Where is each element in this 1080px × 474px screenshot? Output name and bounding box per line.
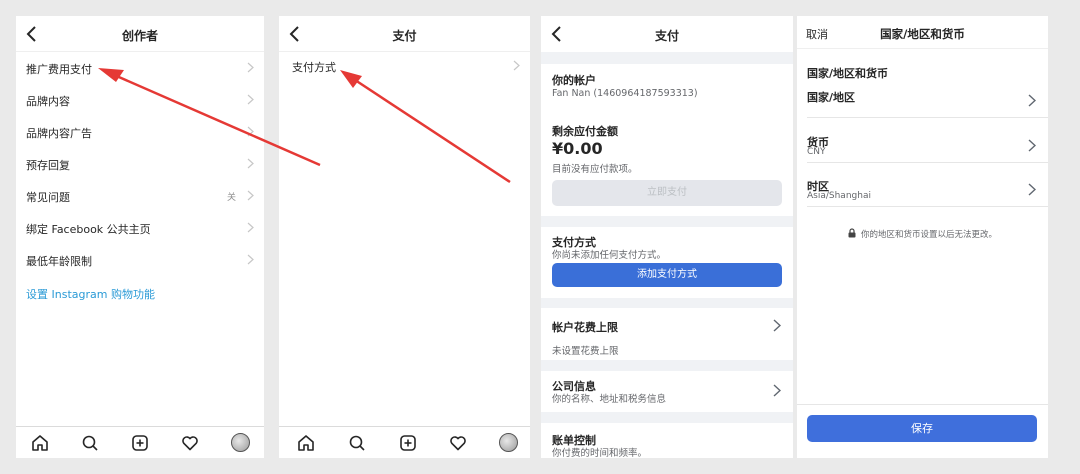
chevron-right-icon bbox=[513, 60, 520, 71]
lock-note-text: 你的地区和货币设置以后无法更改。 bbox=[860, 230, 997, 240]
country-region-row[interactable]: 国家/地区 bbox=[807, 84, 1048, 118]
list-item-branded-content-ads[interactable]: 品牌内容广告 bbox=[16, 116, 264, 148]
chevron-right-icon bbox=[1028, 94, 1036, 107]
header: 支付 bbox=[541, 16, 793, 52]
header: 创作者 bbox=[16, 16, 264, 52]
list-item-label: 品牌内容 bbox=[26, 95, 70, 108]
page-title: 创作者 bbox=[121, 29, 158, 43]
balance-amount: ¥0.00 bbox=[552, 139, 603, 158]
list-item-label: 品牌内容广告 bbox=[26, 127, 92, 140]
home-icon[interactable] bbox=[297, 434, 315, 452]
header: 支付 bbox=[279, 16, 530, 52]
chevron-right-icon bbox=[247, 94, 254, 105]
currency-value: CNY bbox=[807, 147, 826, 157]
lock-icon bbox=[848, 228, 856, 238]
company-info-note: 你的名称、地址和税务信息 bbox=[552, 394, 667, 405]
list-item-label: 绑定 Facebook 公共主页 bbox=[26, 223, 151, 236]
currency-row[interactable]: 货币 CNY bbox=[807, 129, 1048, 163]
list-item-branded-content[interactable]: 品牌内容 bbox=[16, 84, 264, 116]
account-id: Fan Nan (1460964187593313) bbox=[552, 88, 698, 99]
list-item-label: 预存回复 bbox=[26, 159, 70, 172]
section-heading: 你的帐户 bbox=[552, 74, 596, 87]
account-section: 你的帐户 Fan Nan (1460964187593313) bbox=[541, 64, 793, 116]
save-button[interactable]: 保存 bbox=[807, 415, 1037, 442]
section-heading: 国家/地区和货币 bbox=[807, 67, 889, 80]
chevron-right-icon bbox=[247, 62, 254, 73]
list-item-link-facebook-page[interactable]: 绑定 Facebook 公共主页 bbox=[16, 212, 264, 244]
search-icon[interactable] bbox=[81, 434, 99, 452]
header: 取消 国家/地区和货币 bbox=[797, 16, 1048, 49]
balance-section: 剩余应付金额 ¥0.00 目前没有应付款项。 立即支付 bbox=[541, 116, 793, 216]
page-title: 支付 bbox=[654, 29, 679, 43]
timezone-row[interactable]: 时区 Asia/Shanghai bbox=[807, 173, 1048, 207]
payment-method-note: 你尚未添加任何支付方式。 bbox=[552, 250, 667, 261]
bottom-tab-bar bbox=[279, 426, 530, 458]
heart-icon[interactable] bbox=[449, 434, 467, 452]
status-value: 关 bbox=[226, 193, 236, 203]
list-item-promotion-payment[interactable]: 推广费用支付 bbox=[16, 52, 264, 84]
add-payment-method-button[interactable]: 添加支付方式 bbox=[552, 263, 782, 287]
add-icon[interactable] bbox=[399, 434, 417, 452]
region-currency-panel: 取消 国家/地区和货币 国家/地区和货币 国家/地区 货币 CNY 时区 Asi… bbox=[797, 16, 1048, 458]
billing-panel: 支付 你的帐户 Fan Nan (1460964187593313) 剩余应付金… bbox=[541, 16, 793, 458]
payments-panel: 支付 支付方式 bbox=[279, 16, 530, 458]
company-info-section[interactable]: 公司信息 你的名称、地址和税务信息 bbox=[541, 371, 793, 412]
add-icon[interactable] bbox=[131, 434, 149, 452]
row-label: 国家/地区 bbox=[807, 91, 856, 104]
heart-icon[interactable] bbox=[181, 434, 199, 452]
chevron-right-icon bbox=[1028, 183, 1036, 196]
billing-control-note: 你付费的时间和频率。 bbox=[552, 448, 648, 458]
chevron-right-icon bbox=[1028, 139, 1036, 152]
profile-avatar[interactable] bbox=[231, 433, 250, 452]
search-icon[interactable] bbox=[348, 434, 366, 452]
creator-panel: 创作者 推广费用支付 品牌内容 品牌内容广告 预存回复 常见问题 关 绑定 Fa… bbox=[16, 16, 264, 458]
balance-note: 目前没有应付款项。 bbox=[552, 164, 638, 175]
list-item-label: 常见问题 bbox=[26, 191, 70, 204]
chevron-right-icon bbox=[247, 158, 254, 169]
list-item-label: 最低年龄限制 bbox=[26, 255, 92, 268]
section-heading: 剩余应付金额 bbox=[552, 125, 618, 138]
home-icon[interactable] bbox=[31, 434, 49, 452]
profile-avatar[interactable] bbox=[499, 433, 518, 452]
list-item-minimum-age[interactable]: 最低年龄限制 bbox=[16, 244, 264, 276]
divider bbox=[797, 404, 1048, 405]
chevron-right-icon bbox=[247, 126, 254, 137]
page-title: 国家/地区和货币 bbox=[880, 27, 965, 41]
list-item-label: 支付方式 bbox=[292, 61, 336, 74]
bottom-tab-bar bbox=[16, 426, 264, 458]
page-title: 支付 bbox=[392, 29, 417, 43]
list-item-payment-methods[interactable]: 支付方式 bbox=[279, 50, 530, 82]
payment-method-section: 支付方式 你尚未添加任何支付方式。 添加支付方式 bbox=[541, 227, 793, 298]
section-heading: 帐户花费上限 bbox=[552, 321, 618, 334]
spending-limit-status: 未设置花费上限 bbox=[552, 346, 619, 357]
chevron-right-icon bbox=[247, 222, 254, 233]
spending-limit-section[interactable]: 帐户花费上限 未设置花费上限 bbox=[541, 308, 793, 360]
list-item-faq[interactable]: 常见问题 关 bbox=[16, 180, 264, 212]
chevron-right-icon bbox=[247, 254, 254, 265]
chevron-right-icon bbox=[773, 319, 781, 332]
list-item-label: 推广费用支付 bbox=[26, 63, 92, 76]
chevron-right-icon bbox=[773, 384, 781, 397]
billing-control-section[interactable]: 账单控制 你付费的时间和频率。 bbox=[541, 423, 793, 458]
pay-now-button[interactable]: 立即支付 bbox=[552, 180, 782, 206]
list-item-saved-replies[interactable]: 预存回复 bbox=[16, 148, 264, 180]
timezone-value: Asia/Shanghai bbox=[807, 191, 871, 201]
chevron-right-icon bbox=[247, 190, 254, 201]
lock-note: 你的地区和货币设置以后无法更改。 bbox=[797, 228, 1048, 240]
setup-shopping-link[interactable]: 设置 Instagram 购物功能 bbox=[26, 286, 155, 302]
